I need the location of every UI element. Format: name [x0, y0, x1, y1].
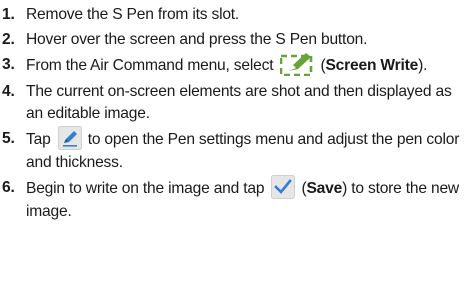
step-text: Remove the S Pen from its slot.: [26, 6, 240, 23]
step-2: 2. Hover over the screen and press the S…: [2, 29, 470, 51]
pen-settings-icon: [57, 126, 82, 150]
step-number: 5.: [2, 130, 15, 147]
step-number: 3.: [2, 56, 15, 73]
step-text-before: Begin to write on the image and tap: [26, 180, 265, 198]
step-number: 1.: [2, 6, 15, 23]
step-3: 3. From the Air Command menu, select (Sc…: [2, 52, 470, 78]
step-text: The current on-screen elements are shot …: [26, 83, 452, 122]
step-6: 6. Begin to write on the image and tap (…: [2, 175, 470, 223]
checkmark-icon: [271, 175, 296, 199]
step-4: 4. The current on-screen elements are sh…: [2, 81, 470, 125]
screen-write-label: Screen Write: [325, 57, 419, 75]
step-1: 1. Remove the S Pen from its slot.: [2, 4, 470, 26]
step-5: 5. Tap to open the Pen settings menu and…: [2, 126, 470, 174]
step-number: 4.: [2, 83, 15, 100]
steps-list: 1. Remove the S Pen from its slot. 2. Ho…: [2, 4, 470, 226]
step-text-before: Tap: [26, 131, 51, 149]
step-text: Hover over the screen and press the S Pe…: [26, 31, 368, 48]
save-label: Save: [306, 180, 343, 198]
instruction-page: 1. Remove the S Pen from its slot. 2. Ho…: [0, 0, 473, 302]
screen-write-icon: [280, 52, 314, 76]
step-number: 2.: [2, 31, 15, 48]
step-text-before: From the Air Command menu, select: [26, 57, 274, 75]
step-number: 6.: [2, 179, 15, 196]
step-text-after: to open the Pen settings menu and adjust…: [26, 131, 460, 171]
